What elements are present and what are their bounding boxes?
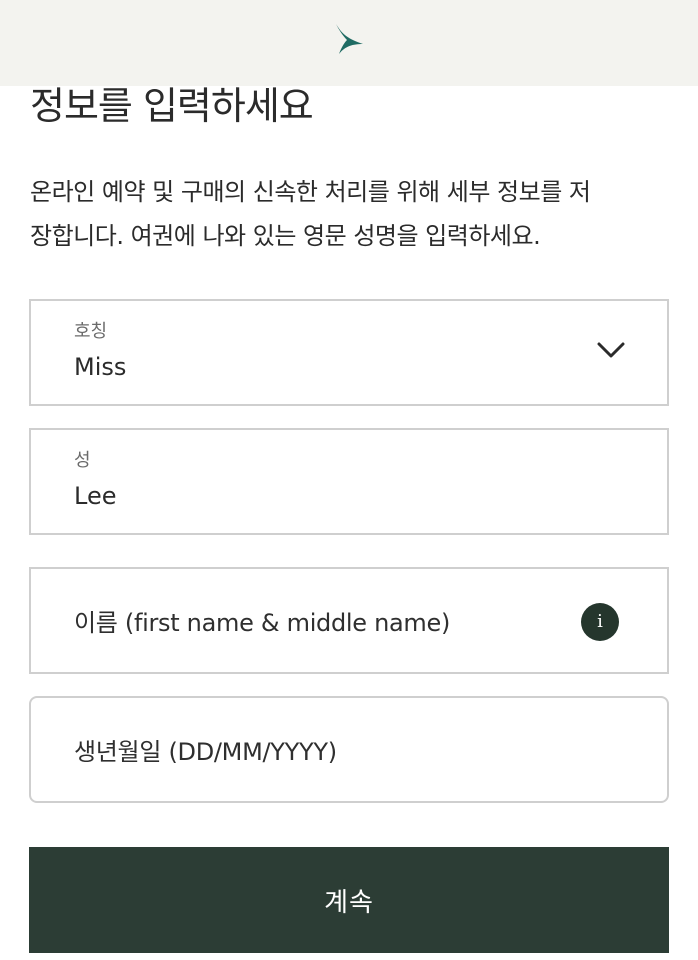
page-title: 정보를 입력하세요 bbox=[30, 84, 314, 128]
brand-logo-icon bbox=[336, 24, 363, 54]
surname-field[interactable]: 성 Lee bbox=[29, 428, 669, 535]
birthdate-placeholder[interactable]: 생년월일 (DD/MM/YYYY) bbox=[74, 732, 337, 767]
birthdate-field[interactable]: 생년월일 (DD/MM/YYYY) bbox=[29, 696, 669, 803]
surname-label: 성 bbox=[74, 450, 91, 471]
description-line-2: 장합니다. 여권에 나와 있는 영문 성명을 입력하세요. bbox=[30, 222, 541, 250]
given-name-field[interactable]: 이름 (first name & middle name) i bbox=[29, 567, 669, 674]
description-line-1: 온라인 예약 및 구매의 신속한 처리를 위해 세부 정보를 저 bbox=[30, 178, 591, 206]
title-select[interactable]: 호칭 Miss bbox=[29, 299, 669, 406]
top-header bbox=[0, 0, 698, 86]
title-select-label: 호칭 bbox=[74, 321, 108, 342]
page-description: 온라인 예약 및 구매의 신속한 처리를 위해 세부 정보를 저 장합니다. 여… bbox=[30, 170, 680, 258]
info-icon[interactable]: i bbox=[581, 603, 619, 641]
continue-button[interactable]: 계속 bbox=[29, 847, 669, 953]
chevron-down-icon[interactable] bbox=[597, 341, 625, 359]
title-select-value: Miss bbox=[74, 353, 127, 381]
given-name-placeholder[interactable]: 이름 (first name & middle name) bbox=[74, 603, 450, 638]
surname-value[interactable]: Lee bbox=[74, 482, 116, 510]
